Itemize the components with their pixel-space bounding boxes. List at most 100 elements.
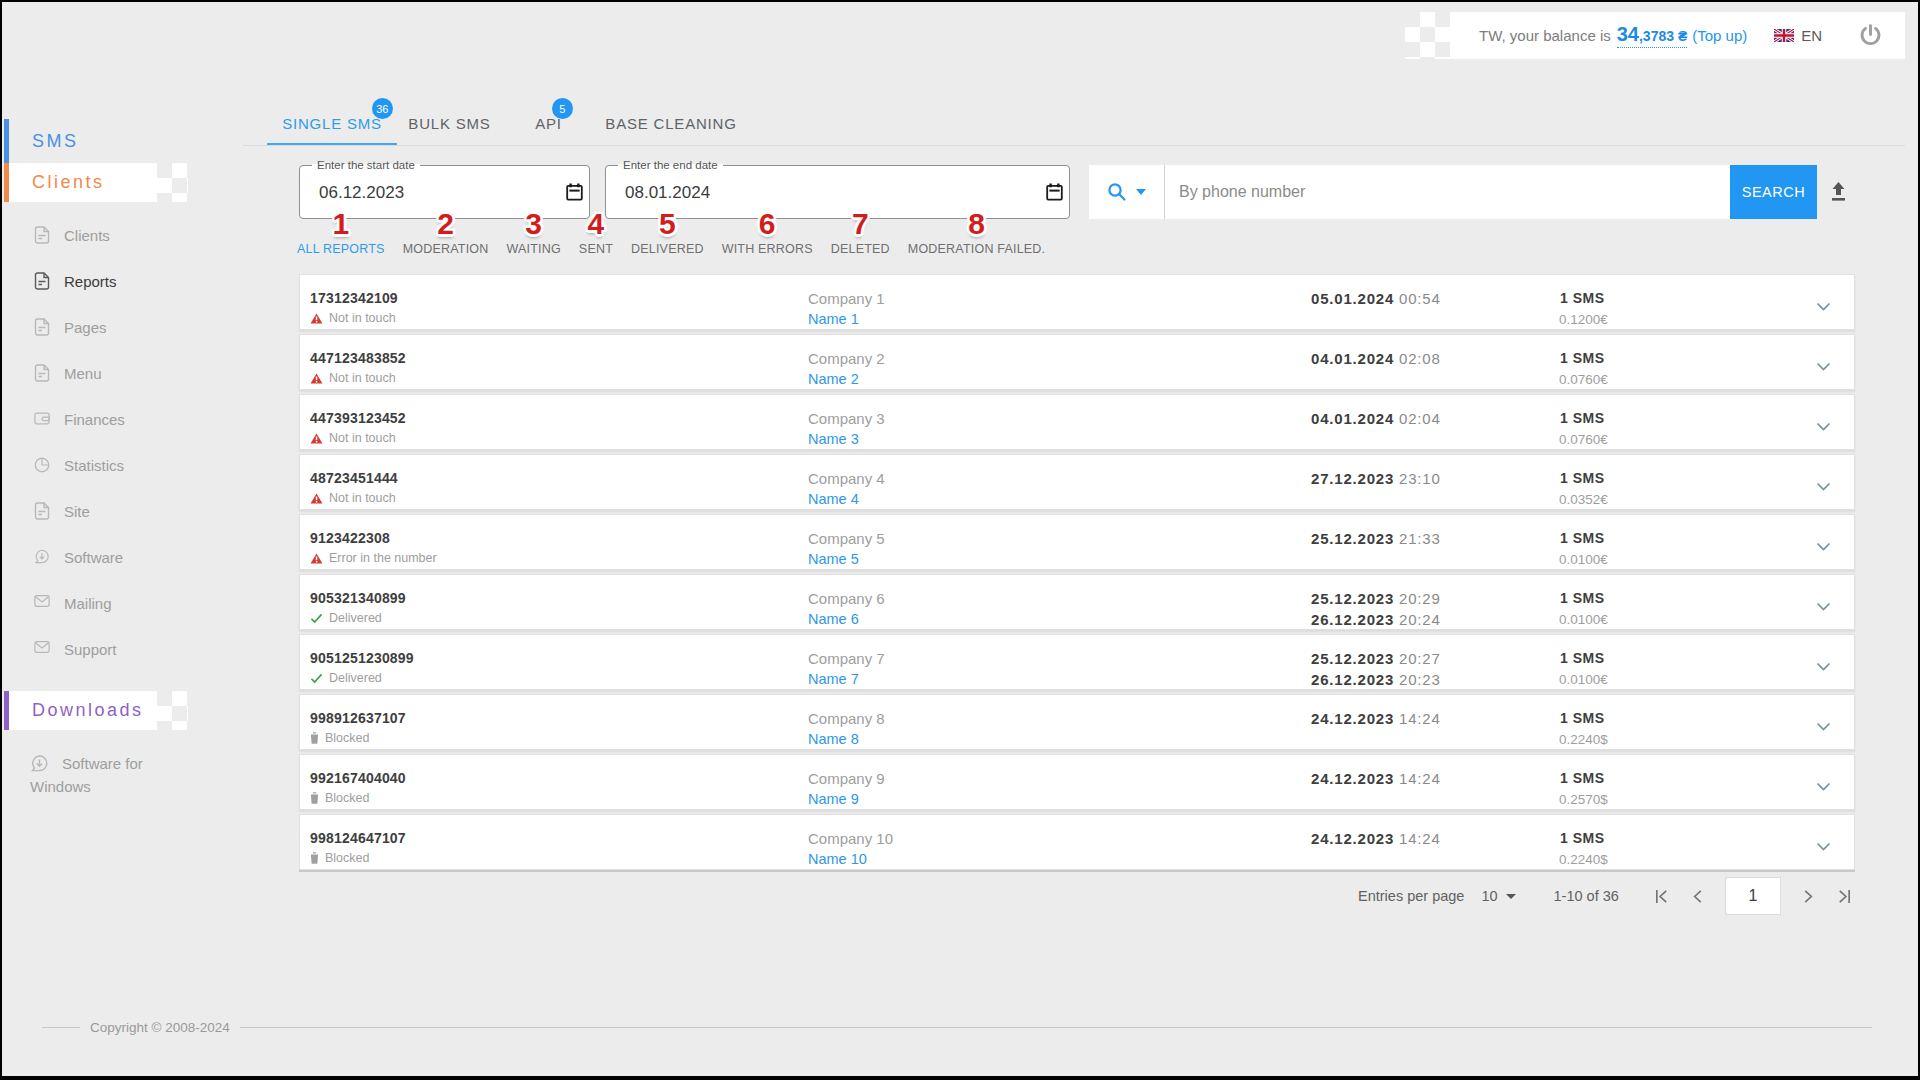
report-row[interactable]: 905321340899DeliveredCompany 6Name 625.1… xyxy=(299,574,1855,630)
sender-name-link[interactable]: Name 2 xyxy=(808,371,859,387)
filter-all-reports[interactable]: 1ALL REPORTS xyxy=(297,208,385,256)
expand-chevron-icon[interactable] xyxy=(1816,418,1831,436)
calendar-icon[interactable] xyxy=(566,183,583,205)
filter-delivered[interactable]: 5DELIVERED xyxy=(631,208,704,256)
warning-icon xyxy=(310,553,323,564)
upload-icon[interactable] xyxy=(1829,181,1848,206)
sender-name-link[interactable]: Name 1 xyxy=(808,311,859,327)
per-page-select[interactable]: 10 xyxy=(1481,888,1515,904)
sidebar-item-clients[interactable]: Clients xyxy=(2,212,242,258)
phone-number: 48723451444 xyxy=(310,470,398,486)
sidebar-item-software-for-windows[interactable]: Software for Windows xyxy=(30,752,180,798)
sender-name-link[interactable]: Name 7 xyxy=(808,671,859,687)
date-time: 24.12.2023 14:24 xyxy=(1311,710,1441,727)
expand-chevron-icon[interactable] xyxy=(1816,538,1831,556)
sms-price: 0.0760€ xyxy=(1559,432,1608,447)
report-row[interactable]: 998124647107BlockedCompany 10Name 1024.1… xyxy=(299,814,1855,870)
sidebar-item-finances[interactable]: Finances xyxy=(2,396,242,442)
expand-chevron-icon[interactable] xyxy=(1816,658,1831,676)
sender-name-link[interactable]: Name 5 xyxy=(808,551,859,567)
status-label: Not in touch xyxy=(329,491,396,505)
search-type-selector[interactable] xyxy=(1089,165,1165,219)
top-up-link[interactable]: (Top up) xyxy=(1692,27,1747,44)
sidebar-item-pages[interactable]: Pages xyxy=(2,304,242,350)
annotation-number: 5 xyxy=(659,208,676,240)
sender-name-link[interactable]: Name 10 xyxy=(808,851,867,867)
sidebar-item-support[interactable]: Support xyxy=(2,626,242,672)
annotation-number: 6 xyxy=(759,208,776,240)
filter-moderation-failed-[interactable]: 8MODERATION FAILED. xyxy=(908,208,1045,256)
report-row[interactable]: 998912637107BlockedCompany 8Name 824.12.… xyxy=(299,694,1855,750)
report-row[interactable]: 992167404040BlockedCompany 9Name 924.12.… xyxy=(299,754,1855,810)
chevron-down-icon xyxy=(1136,189,1146,195)
annotation-number: 7 xyxy=(852,208,869,240)
date-time: 04.01.2024 02:08 xyxy=(1311,350,1441,367)
filter-label: ALL REPORTS xyxy=(297,242,385,256)
first-page-button[interactable] xyxy=(1654,889,1670,904)
report-row[interactable]: 9051251230899DeliveredCompany 7Name 725.… xyxy=(299,634,1855,690)
sender-name-link[interactable]: Name 3 xyxy=(808,431,859,447)
file-icon xyxy=(34,502,50,520)
sidebar-item-reports[interactable]: Reports xyxy=(2,258,242,304)
tab-badge: 36 xyxy=(372,98,393,119)
company: Company 7 xyxy=(808,650,885,667)
sidebar-item-statistics[interactable]: Statistics xyxy=(2,442,242,488)
next-page-button[interactable] xyxy=(1803,889,1814,904)
balance-amount[interactable]: 34,3783 ₴ xyxy=(1617,23,1688,48)
logout-power-icon[interactable] xyxy=(1858,23,1883,48)
sidebar-section-downloads[interactable]: Downloads xyxy=(32,691,144,730)
filter-moderation[interactable]: 2MODERATION xyxy=(403,208,489,256)
tab-bulk-sms[interactable]: BULK SMS xyxy=(397,92,502,146)
search-input[interactable]: By phone number xyxy=(1179,183,1305,201)
report-row[interactable]: 447123483852Not in touchCompany 2Name 20… xyxy=(299,334,1855,390)
check-icon xyxy=(310,613,323,624)
filter-sent[interactable]: 4SENT xyxy=(579,208,613,256)
language-selector[interactable]: EN xyxy=(1774,27,1822,44)
sidebar-item-label: Software xyxy=(64,549,123,566)
date-time: 04.01.2024 02:04 xyxy=(1311,410,1441,427)
tab-api[interactable]: API5 xyxy=(502,92,595,146)
topbar-checker-decoration xyxy=(1405,12,1450,59)
expand-chevron-icon[interactable] xyxy=(1816,358,1831,376)
sidebar-section-clients[interactable]: Clients xyxy=(32,163,105,202)
sms-count: 1 SMS xyxy=(1560,470,1605,486)
sidebar-item-mailing[interactable]: Mailing xyxy=(2,580,242,626)
expand-chevron-icon[interactable] xyxy=(1816,838,1831,856)
sidebar-item-menu[interactable]: Menu xyxy=(2,350,242,396)
date-time: 25.12.2023 21:33 xyxy=(1311,530,1441,547)
sender-name-link[interactable]: Name 6 xyxy=(808,611,859,627)
expand-chevron-icon[interactable] xyxy=(1816,598,1831,616)
calendar-icon[interactable] xyxy=(1046,183,1063,205)
tab-bar: SINGLE SMS36 BULK SMSAPI5BASE CLEANING xyxy=(267,92,747,146)
expand-chevron-icon[interactable] xyxy=(1816,478,1831,496)
warning-icon xyxy=(310,493,323,504)
language-label: EN xyxy=(1801,27,1822,44)
sms-price: 0.0100€ xyxy=(1559,672,1608,687)
last-page-button[interactable] xyxy=(1836,889,1852,904)
expand-chevron-icon[interactable] xyxy=(1816,718,1831,736)
end-date-label: Enter the end date xyxy=(618,159,723,171)
tab-single-sms[interactable]: SINGLE SMS36 xyxy=(267,92,397,146)
prev-page-button[interactable] xyxy=(1692,889,1703,904)
sender-name-link[interactable]: Name 8 xyxy=(808,731,859,747)
report-row[interactable]: 447393123452Not in touchCompany 3Name 30… xyxy=(299,394,1855,450)
filter-waiting[interactable]: 3WAITING xyxy=(506,208,560,256)
report-row[interactable]: 9123422308Error in the numberCompany 5Na… xyxy=(299,514,1855,570)
filter-deleted[interactable]: 7DELETED xyxy=(831,208,890,256)
sender-name-link[interactable]: Name 4 xyxy=(808,491,859,507)
sidebar-item-site[interactable]: Site xyxy=(2,488,242,534)
report-row[interactable]: 17312342109Not in touchCompany 1Name 105… xyxy=(299,274,1855,330)
filter-with-errors[interactable]: 6WITH ERRORS xyxy=(722,208,813,256)
sender-name-link[interactable]: Name 9 xyxy=(808,791,859,807)
expand-chevron-icon[interactable] xyxy=(1816,778,1831,796)
report-row[interactable]: 48723451444Not in touchCompany 4Name 427… xyxy=(299,454,1855,510)
expand-chevron-icon[interactable] xyxy=(1816,298,1831,316)
tab-base-cleaning[interactable]: BASE CLEANING xyxy=(595,92,747,146)
tab-label: SINGLE SMS36 xyxy=(282,115,382,132)
sidebar-section-sms[interactable]: SMS xyxy=(32,119,79,163)
current-page-input[interactable]: 1 xyxy=(1725,877,1781,915)
sidebar-item-software[interactable]: Software xyxy=(2,534,242,580)
search-button[interactable]: SEARCH xyxy=(1730,165,1817,219)
status: Blocked xyxy=(310,851,369,865)
copyright: Copyright © 2008-2024 xyxy=(90,1020,230,1035)
